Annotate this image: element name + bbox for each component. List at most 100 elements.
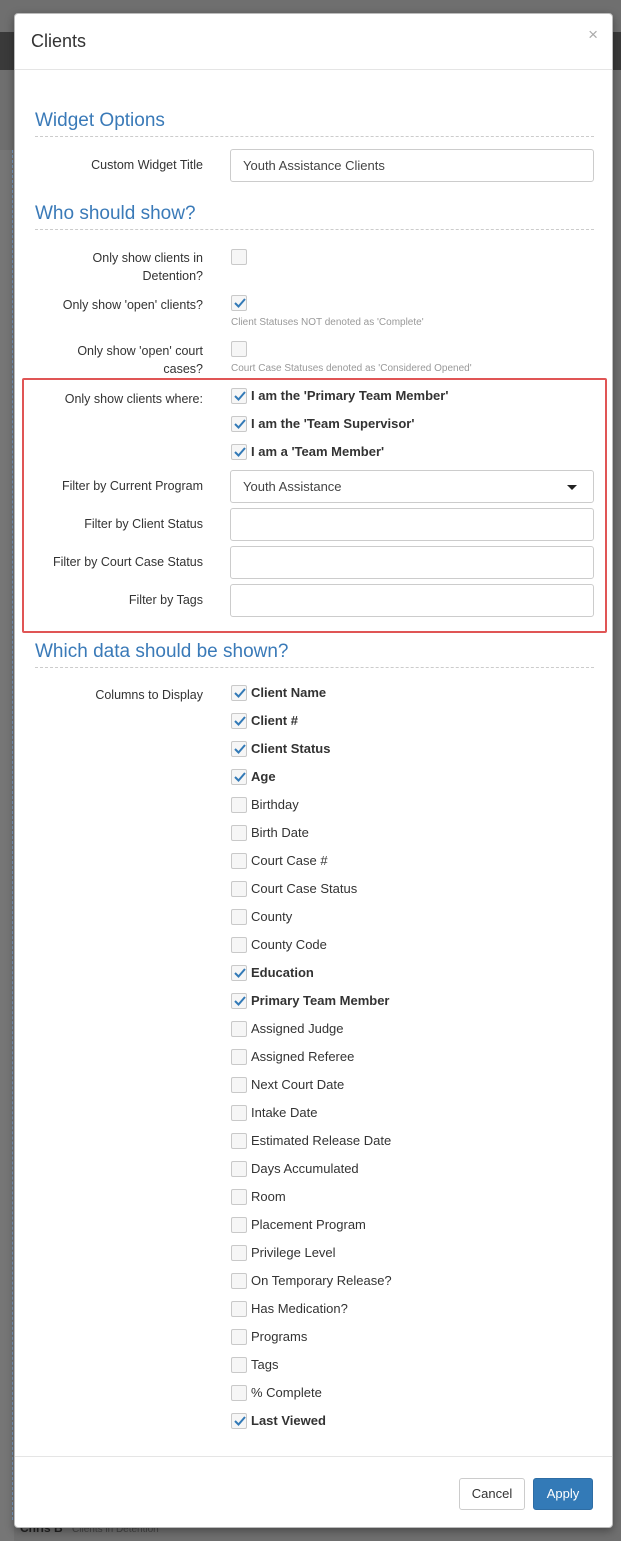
custom-title-label: Custom Widget Title bbox=[91, 158, 203, 172]
open-court-label: Only show 'open' court cases? bbox=[77, 344, 203, 376]
column-label: Days Accumulated bbox=[251, 1161, 359, 1176]
column-checkbox[interactable] bbox=[231, 1357, 247, 1373]
checkmark-icon bbox=[234, 391, 246, 401]
column-label: Client Status bbox=[251, 741, 331, 756]
columns-label: Columns to Display bbox=[95, 688, 203, 702]
column-label: Birthday bbox=[251, 797, 299, 812]
column-checkbox[interactable] bbox=[231, 1245, 247, 1261]
column-label: Assigned Judge bbox=[251, 1021, 344, 1036]
column-label: Programs bbox=[251, 1329, 308, 1344]
tags-filter-label: Filter by Tags bbox=[128, 593, 203, 607]
team-member-checkbox[interactable] bbox=[231, 444, 247, 460]
column-label: Intake Date bbox=[251, 1105, 318, 1120]
column-checkbox[interactable] bbox=[231, 909, 247, 925]
team-supervisor-checkbox[interactable] bbox=[231, 416, 247, 432]
tags-filter-input[interactable] bbox=[230, 584, 594, 617]
column-checkbox[interactable] bbox=[231, 685, 247, 701]
detention-checkbox[interactable] bbox=[231, 249, 247, 265]
program-filter-value: Youth Assistance bbox=[243, 479, 342, 494]
column-label: Client # bbox=[251, 713, 298, 728]
background-widget-border bbox=[12, 150, 13, 1520]
column-label: Placement Program bbox=[251, 1217, 366, 1232]
column-label: Court Case # bbox=[251, 853, 328, 868]
column-checkbox[interactable] bbox=[231, 769, 247, 785]
primary-team-member-checkbox[interactable] bbox=[231, 388, 247, 404]
checkmark-icon bbox=[234, 772, 246, 782]
checkmark-icon bbox=[234, 716, 246, 726]
modal-footer: Cancel Apply bbox=[15, 1456, 612, 1528]
column-checkbox[interactable] bbox=[231, 825, 247, 841]
column-checkbox[interactable] bbox=[231, 1329, 247, 1345]
court-status-filter-label: Filter by Court Case Status bbox=[52, 555, 203, 569]
column-label: Has Medication? bbox=[251, 1301, 348, 1316]
checkmark-icon bbox=[234, 744, 246, 754]
checkmark-icon bbox=[234, 996, 246, 1006]
column-checkbox[interactable] bbox=[231, 965, 247, 981]
client-status-filter-label: Filter by Client Status bbox=[84, 517, 203, 531]
open-clients-label: Only show 'open' clients? bbox=[62, 298, 203, 312]
column-checkbox[interactable] bbox=[231, 1413, 247, 1429]
column-label: Court Case Status bbox=[251, 881, 358, 896]
column-checkbox[interactable] bbox=[231, 881, 247, 897]
column-checkbox[interactable] bbox=[231, 1077, 247, 1093]
open-court-checkbox[interactable] bbox=[231, 341, 247, 357]
column-label: Next Court Date bbox=[251, 1077, 345, 1092]
column-checkbox[interactable] bbox=[231, 713, 247, 729]
custom-title-input[interactable]: Youth Assistance Clients bbox=[230, 149, 594, 182]
column-label: Room bbox=[251, 1189, 286, 1204]
column-checkbox[interactable] bbox=[231, 1273, 247, 1289]
cancel-button[interactable]: Cancel bbox=[459, 1478, 525, 1510]
column-checkbox[interactable] bbox=[231, 1189, 247, 1205]
column-checkbox[interactable] bbox=[231, 1133, 247, 1149]
column-label: Client Name bbox=[251, 685, 327, 700]
detention-label: Only show clients in Detention? bbox=[92, 251, 203, 283]
open-court-hint: Court Case Statuses denoted as 'Consider… bbox=[231, 363, 472, 374]
section-title-who-should-show: Who should show? bbox=[35, 203, 594, 230]
column-label: County Code bbox=[251, 937, 327, 952]
column-checkbox[interactable] bbox=[231, 741, 247, 757]
column-label: Tags bbox=[251, 1357, 279, 1372]
close-icon[interactable]: × bbox=[588, 26, 598, 43]
column-checkbox[interactable] bbox=[231, 1105, 247, 1121]
column-checkbox[interactable] bbox=[231, 853, 247, 869]
modal-title: Clients bbox=[31, 31, 87, 51]
column-checkbox[interactable] bbox=[231, 1161, 247, 1177]
column-checkbox[interactable] bbox=[231, 1049, 247, 1065]
modal-header: Clients × bbox=[15, 14, 612, 70]
column-label: On Temporary Release? bbox=[251, 1273, 392, 1288]
column-label: % Complete bbox=[251, 1385, 322, 1400]
section-title-widget-options: Widget Options bbox=[35, 110, 594, 137]
column-label: Privilege Level bbox=[251, 1245, 336, 1260]
checkmark-icon bbox=[234, 688, 246, 698]
column-checkbox[interactable] bbox=[231, 797, 247, 813]
column-label: Birth Date bbox=[251, 825, 309, 840]
apply-button[interactable]: Apply bbox=[533, 1478, 593, 1510]
column-checkbox[interactable] bbox=[231, 937, 247, 953]
caret-down-icon bbox=[567, 485, 577, 490]
column-label: Education bbox=[251, 965, 314, 980]
open-clients-checkbox[interactable] bbox=[231, 295, 247, 311]
program-filter-label: Filter by Current Program bbox=[61, 479, 203, 493]
team-member-label: I am a 'Team Member' bbox=[251, 444, 385, 459]
team-supervisor-label: I am the 'Team Supervisor' bbox=[251, 416, 415, 431]
column-label: County bbox=[251, 909, 293, 924]
column-checkbox[interactable] bbox=[231, 1385, 247, 1401]
column-label: Age bbox=[251, 769, 276, 784]
column-checkbox[interactable] bbox=[231, 1217, 247, 1233]
clients-widget-modal: Clients × Widget Options Custom Widget T… bbox=[14, 13, 613, 1528]
clients-where-label: Only show clients where: bbox=[64, 392, 203, 406]
column-checkbox[interactable] bbox=[231, 1021, 247, 1037]
checkmark-icon bbox=[234, 298, 246, 308]
checkmark-icon bbox=[234, 419, 246, 429]
column-checkbox[interactable] bbox=[231, 1301, 247, 1317]
section-title-data-shown: Which data should be shown? bbox=[35, 641, 594, 668]
client-status-filter-input[interactable] bbox=[230, 508, 594, 541]
checkmark-icon bbox=[234, 447, 246, 457]
primary-team-member-label: I am the 'Primary Team Member' bbox=[251, 388, 449, 403]
open-clients-hint: Client Statuses NOT denoted as 'Complete… bbox=[231, 317, 424, 328]
column-label: Assigned Referee bbox=[251, 1049, 355, 1064]
court-status-filter-input[interactable] bbox=[230, 546, 594, 579]
column-label: Estimated Release Date bbox=[251, 1133, 392, 1148]
program-filter-select[interactable]: Youth Assistance bbox=[230, 470, 594, 503]
column-checkbox[interactable] bbox=[231, 993, 247, 1009]
